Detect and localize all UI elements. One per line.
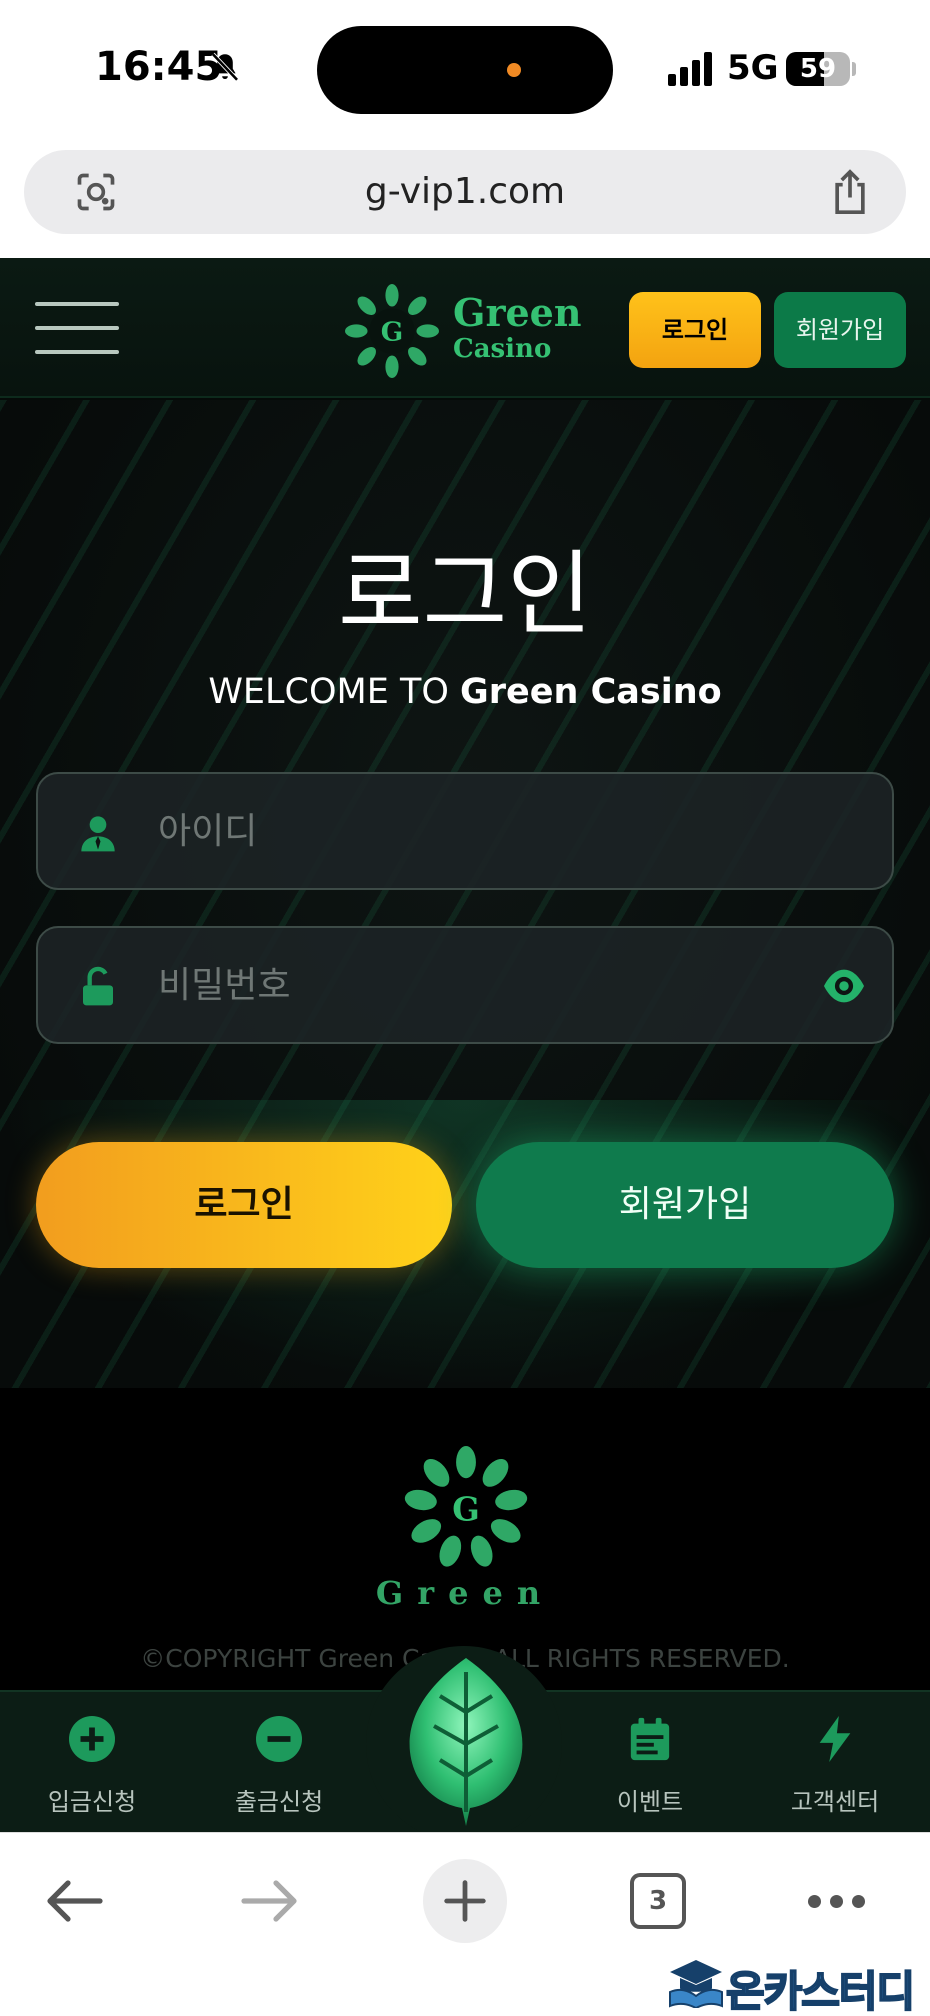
nav-withdraw[interactable]: 출금신청 bbox=[204, 1692, 354, 1834]
leaf-home-icon[interactable] bbox=[404, 1652, 528, 1828]
bell-muted-icon bbox=[211, 52, 239, 82]
plus-circle-icon bbox=[69, 1716, 115, 1762]
password-field[interactable] bbox=[36, 926, 894, 1044]
logo-letter: G bbox=[381, 316, 403, 347]
login-button[interactable]: 로그인 bbox=[36, 1142, 452, 1268]
hamburger-menu-icon[interactable] bbox=[35, 300, 119, 358]
welcome-text: WELCOME TO Green Casino bbox=[0, 672, 930, 712]
minus-circle-icon bbox=[256, 1716, 302, 1762]
dynamic-island bbox=[317, 26, 613, 114]
join-button[interactable]: 회원가입 bbox=[476, 1142, 894, 1268]
calendar-icon bbox=[630, 1717, 670, 1761]
plus-icon bbox=[444, 1880, 486, 1922]
footer-brand: Green bbox=[375, 1574, 555, 1612]
footer-wreath-logo-icon: G bbox=[404, 1446, 528, 1567]
welcome-prefix: WELCOME TO bbox=[208, 672, 461, 712]
watermark: 온카스터디 bbox=[668, 1956, 924, 2016]
nav-deposit-label: 입금신청 bbox=[47, 1788, 137, 1816]
brand-name: Green bbox=[453, 290, 582, 335]
more-options-icon[interactable] bbox=[808, 1895, 866, 1909]
forward-arrow-icon[interactable] bbox=[240, 1879, 300, 1923]
username-input[interactable] bbox=[158, 774, 838, 888]
back-arrow-icon[interactable] bbox=[44, 1879, 104, 1923]
tab-count-button[interactable]: 3 bbox=[630, 1873, 686, 1929]
nav-withdraw-label: 출금신청 bbox=[234, 1788, 324, 1816]
url-bar[interactable]: g-vip1.com bbox=[24, 150, 906, 234]
battery-percent: 59 bbox=[799, 54, 837, 84]
nav-events[interactable]: 이벤트 bbox=[575, 1692, 725, 1834]
screen: 16:45 5G 59 g-vip1.com G Green Casino 로그… bbox=[0, 0, 930, 2016]
header-login-button[interactable]: 로그인 bbox=[629, 292, 761, 368]
share-icon[interactable] bbox=[828, 168, 872, 216]
username-field[interactable] bbox=[36, 772, 894, 890]
battery-cap bbox=[852, 62, 856, 76]
battery-icon: 59 bbox=[786, 52, 850, 86]
signal-icon bbox=[668, 52, 712, 86]
nav-support-label: 고객센터 bbox=[790, 1788, 880, 1816]
nav-deposit[interactable]: 입금신청 bbox=[17, 1692, 167, 1834]
wreath-logo-icon[interactable]: G bbox=[345, 284, 439, 378]
graduation-book-icon bbox=[669, 1960, 723, 2008]
footer-logo-letter: G bbox=[452, 1490, 480, 1528]
eye-icon[interactable] bbox=[822, 966, 866, 1006]
privacy-indicator-dot bbox=[507, 63, 521, 77]
site-content: G Green Casino 로그인 회원가입 로그인 WELCOME TO G… bbox=[0, 258, 930, 1832]
brand-subtitle: Casino bbox=[453, 334, 552, 364]
status-bar: 16:45 5G 59 bbox=[0, 0, 930, 140]
network-type: 5G bbox=[727, 48, 779, 88]
user-icon bbox=[81, 816, 115, 852]
unlock-icon bbox=[83, 966, 113, 1006]
nav-events-label: 이벤트 bbox=[616, 1788, 684, 1816]
login-title: 로그인 bbox=[338, 541, 592, 648]
lightning-icon bbox=[819, 1716, 851, 1762]
status-time: 16:45 bbox=[95, 44, 223, 90]
nav-support[interactable]: 고객센터 bbox=[760, 1692, 910, 1834]
url-text[interactable]: g-vip1.com bbox=[24, 150, 906, 234]
watermark-text: 온카스터디 bbox=[725, 1966, 916, 2016]
new-tab-button[interactable] bbox=[423, 1859, 507, 1943]
password-input[interactable] bbox=[158, 928, 838, 1042]
welcome-brand: Green Casino bbox=[460, 672, 722, 712]
header-join-button[interactable]: 회원가입 bbox=[774, 292, 906, 368]
site-header: G Green Casino 로그인 회원가입 bbox=[0, 258, 930, 398]
login-panel: 로그인 WELCOME TO Green Casino 아이디 로그인 회원가입 bbox=[0, 400, 930, 1388]
